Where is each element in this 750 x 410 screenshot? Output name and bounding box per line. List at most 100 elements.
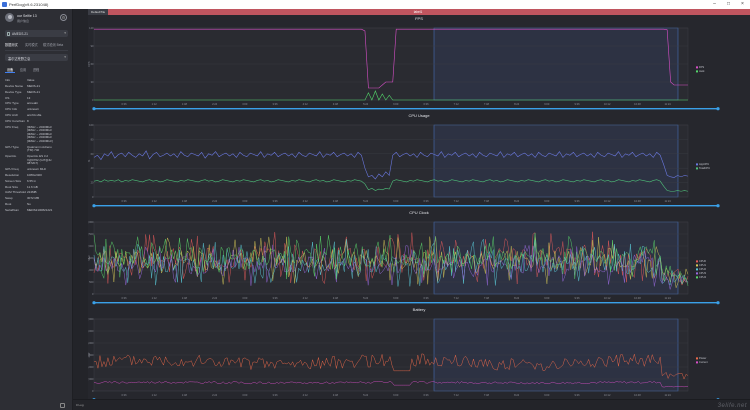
x-tick-label: 5:24	[363, 102, 369, 106]
scroll-handle-left[interactable]	[92, 107, 96, 111]
legend-swatch[interactable]	[696, 163, 698, 166]
device-select-label: AMEDS-21	[12, 31, 28, 36]
legend-item[interactable]: CPU2	[699, 267, 706, 271]
tab-process[interactable]: 进程	[31, 67, 41, 73]
status-bar: 0 Log 3elife.net	[73, 399, 750, 410]
x-tick-label: 5:24	[363, 393, 369, 397]
legend-swatch[interactable]	[696, 268, 698, 271]
x-tick-label: 4:48	[333, 296, 339, 300]
chart-fps[interactable]: FPS 0 30 60 90 120 FPS 0:36 1:12 1:48 2:24 3:00 3:36…	[88, 16, 750, 113]
legend-item[interactable]: Power	[699, 356, 706, 360]
y-tick-label: 12,000	[88, 317, 94, 321]
x-tick-label: 6:00	[393, 296, 399, 300]
chart-cpu-clock[interactable]: CPU Clock05001,0001,5002,0002,5003,000MH…	[88, 210, 750, 307]
legend-item[interactable]: CPU4	[699, 275, 706, 279]
y-tick-label: 4,000	[88, 365, 94, 369]
scroll-handle-right[interactable]	[716, 204, 720, 208]
x-tick-label: 7:48	[484, 199, 490, 203]
legend-swatch[interactable]	[696, 272, 698, 275]
timeline-scrollbar[interactable]	[94, 205, 718, 207]
timeline-scrollbar[interactable]	[94, 108, 718, 110]
y-tick-label: 20	[91, 181, 94, 185]
chart-cpu-usage[interactable]: CPU Usage 0 20 40 60 80 100% 0:36 1:12 1:48 2:24 3:…	[88, 113, 750, 210]
info-value: MEDS2100821221	[27, 208, 53, 212]
info-key: Resolution	[5, 173, 20, 177]
x-tick-label: 10:48	[634, 393, 641, 397]
toolbar-strip	[73, 9, 88, 399]
y-tick-label: 3,000	[88, 220, 94, 224]
x-tick-label: 6:36	[423, 393, 429, 397]
legend-item[interactable]: AppCPU	[699, 162, 709, 166]
app-select[interactable]: 塞尔达荒野之息 ▾	[5, 54, 68, 61]
tab-app[interactable]: 应用	[18, 67, 28, 73]
title-bar: PerfDog(v9.6.231048) – □ ×	[0, 0, 750, 9]
y-axis-label: MHz	[88, 255, 91, 261]
tab-data-test[interactable]: 数据测试	[5, 42, 18, 47]
app-select-label: 塞尔达荒野之息	[8, 56, 31, 61]
tab-device[interactable]: 设备	[5, 67, 15, 73]
info-value: unknown MHz	[27, 168, 47, 172]
info-key: CPU Info	[5, 108, 18, 112]
x-tick-label: 11:24	[664, 393, 671, 397]
x-tick-label: 3:00	[242, 393, 248, 397]
settings-panel-icon[interactable]	[60, 403, 65, 408]
x-tick-label: 9:00	[544, 102, 550, 106]
x-tick-label: 3:36	[272, 199, 278, 203]
legend-item[interactable]: CPU3	[699, 271, 706, 275]
legend-swatch[interactable]	[696, 167, 698, 170]
tab-mode-detect[interactable]: 模式检测 Beta	[43, 42, 63, 47]
legend-swatch[interactable]	[696, 260, 698, 263]
x-tick-label: 4:12	[303, 199, 309, 203]
y-tick-label: 0	[92, 195, 94, 199]
y-tick-label: 0	[92, 292, 94, 296]
y-tick-label: 80	[91, 137, 94, 141]
legend-swatch[interactable]	[696, 361, 698, 364]
info-key: CPU CoreNum	[5, 119, 26, 123]
y-tick-label: 500	[89, 280, 94, 284]
legend-swatch[interactable]	[696, 276, 698, 279]
chevron-down-icon: ▾	[64, 55, 66, 59]
legend-swatch[interactable]	[696, 357, 698, 360]
default-tile-label[interactable]: DefaultTile	[88, 9, 109, 15]
x-tick-label: 6:00	[393, 102, 399, 106]
legend-item[interactable]: TotalCPU	[699, 166, 710, 170]
x-tick-label: 6:36	[423, 296, 429, 300]
legend-item[interactable]: FPS	[699, 65, 704, 69]
y-tick-label: 1,000	[88, 268, 94, 272]
legend-swatch[interactable]	[696, 66, 698, 69]
legend-item[interactable]: CPU1	[699, 263, 706, 267]
gear-icon[interactable]: ⚙	[60, 14, 67, 21]
avatar[interactable]	[5, 13, 14, 22]
legend-item[interactable]: CPU0	[699, 259, 706, 263]
x-tick-label: 9:36	[574, 199, 580, 203]
maximize-icon[interactable]: □	[725, 1, 732, 8]
chart-battery[interactable]: Battery02,0004,0006,0008,00010,00012,000…	[88, 307, 750, 404]
minimize-icon[interactable]: –	[711, 1, 718, 8]
label-bar: DefaultTile label1	[88, 9, 750, 15]
scroll-handle-right[interactable]	[716, 107, 720, 111]
info-row: OpenGL OpenGL ES 3.2 V@0762 (GIT@4c 0872b…	[5, 155, 71, 168]
y-tick-label: 120	[89, 26, 94, 30]
legend-swatch[interactable]	[696, 70, 698, 73]
sidebar: our Selfie 13 用户信息 ⚙ AMEDS-21 ▾ 数据测试 实时模…	[0, 9, 73, 410]
scroll-handle-right[interactable]	[716, 301, 720, 305]
info-key: GPU Type	[5, 145, 19, 149]
timeline-scrollbar[interactable]	[94, 302, 718, 304]
x-tick-label: 3:36	[272, 393, 278, 397]
info-key: OS	[5, 96, 10, 100]
selection-region[interactable]	[433, 124, 679, 198]
scroll-handle-left[interactable]	[92, 301, 96, 305]
x-tick-label: 10:48	[634, 199, 641, 203]
info-value: 224MB	[27, 191, 37, 195]
legend-item[interactable]: Jank	[699, 69, 705, 73]
legend-item[interactable]: Current	[699, 360, 708, 364]
close-icon[interactable]: ×	[739, 1, 746, 8]
x-tick-label: 4:12	[303, 393, 309, 397]
x-tick-label: 0:36	[121, 102, 127, 106]
scroll-handle-left[interactable]	[92, 204, 96, 208]
legend-swatch[interactable]	[696, 264, 698, 267]
device-select[interactable]: AMEDS-21 ▾	[5, 30, 68, 37]
tab-realtime[interactable]: 实时模式	[25, 42, 38, 47]
x-tick-label: 5:24	[363, 199, 369, 203]
username: our Selfie 13	[17, 14, 37, 18]
